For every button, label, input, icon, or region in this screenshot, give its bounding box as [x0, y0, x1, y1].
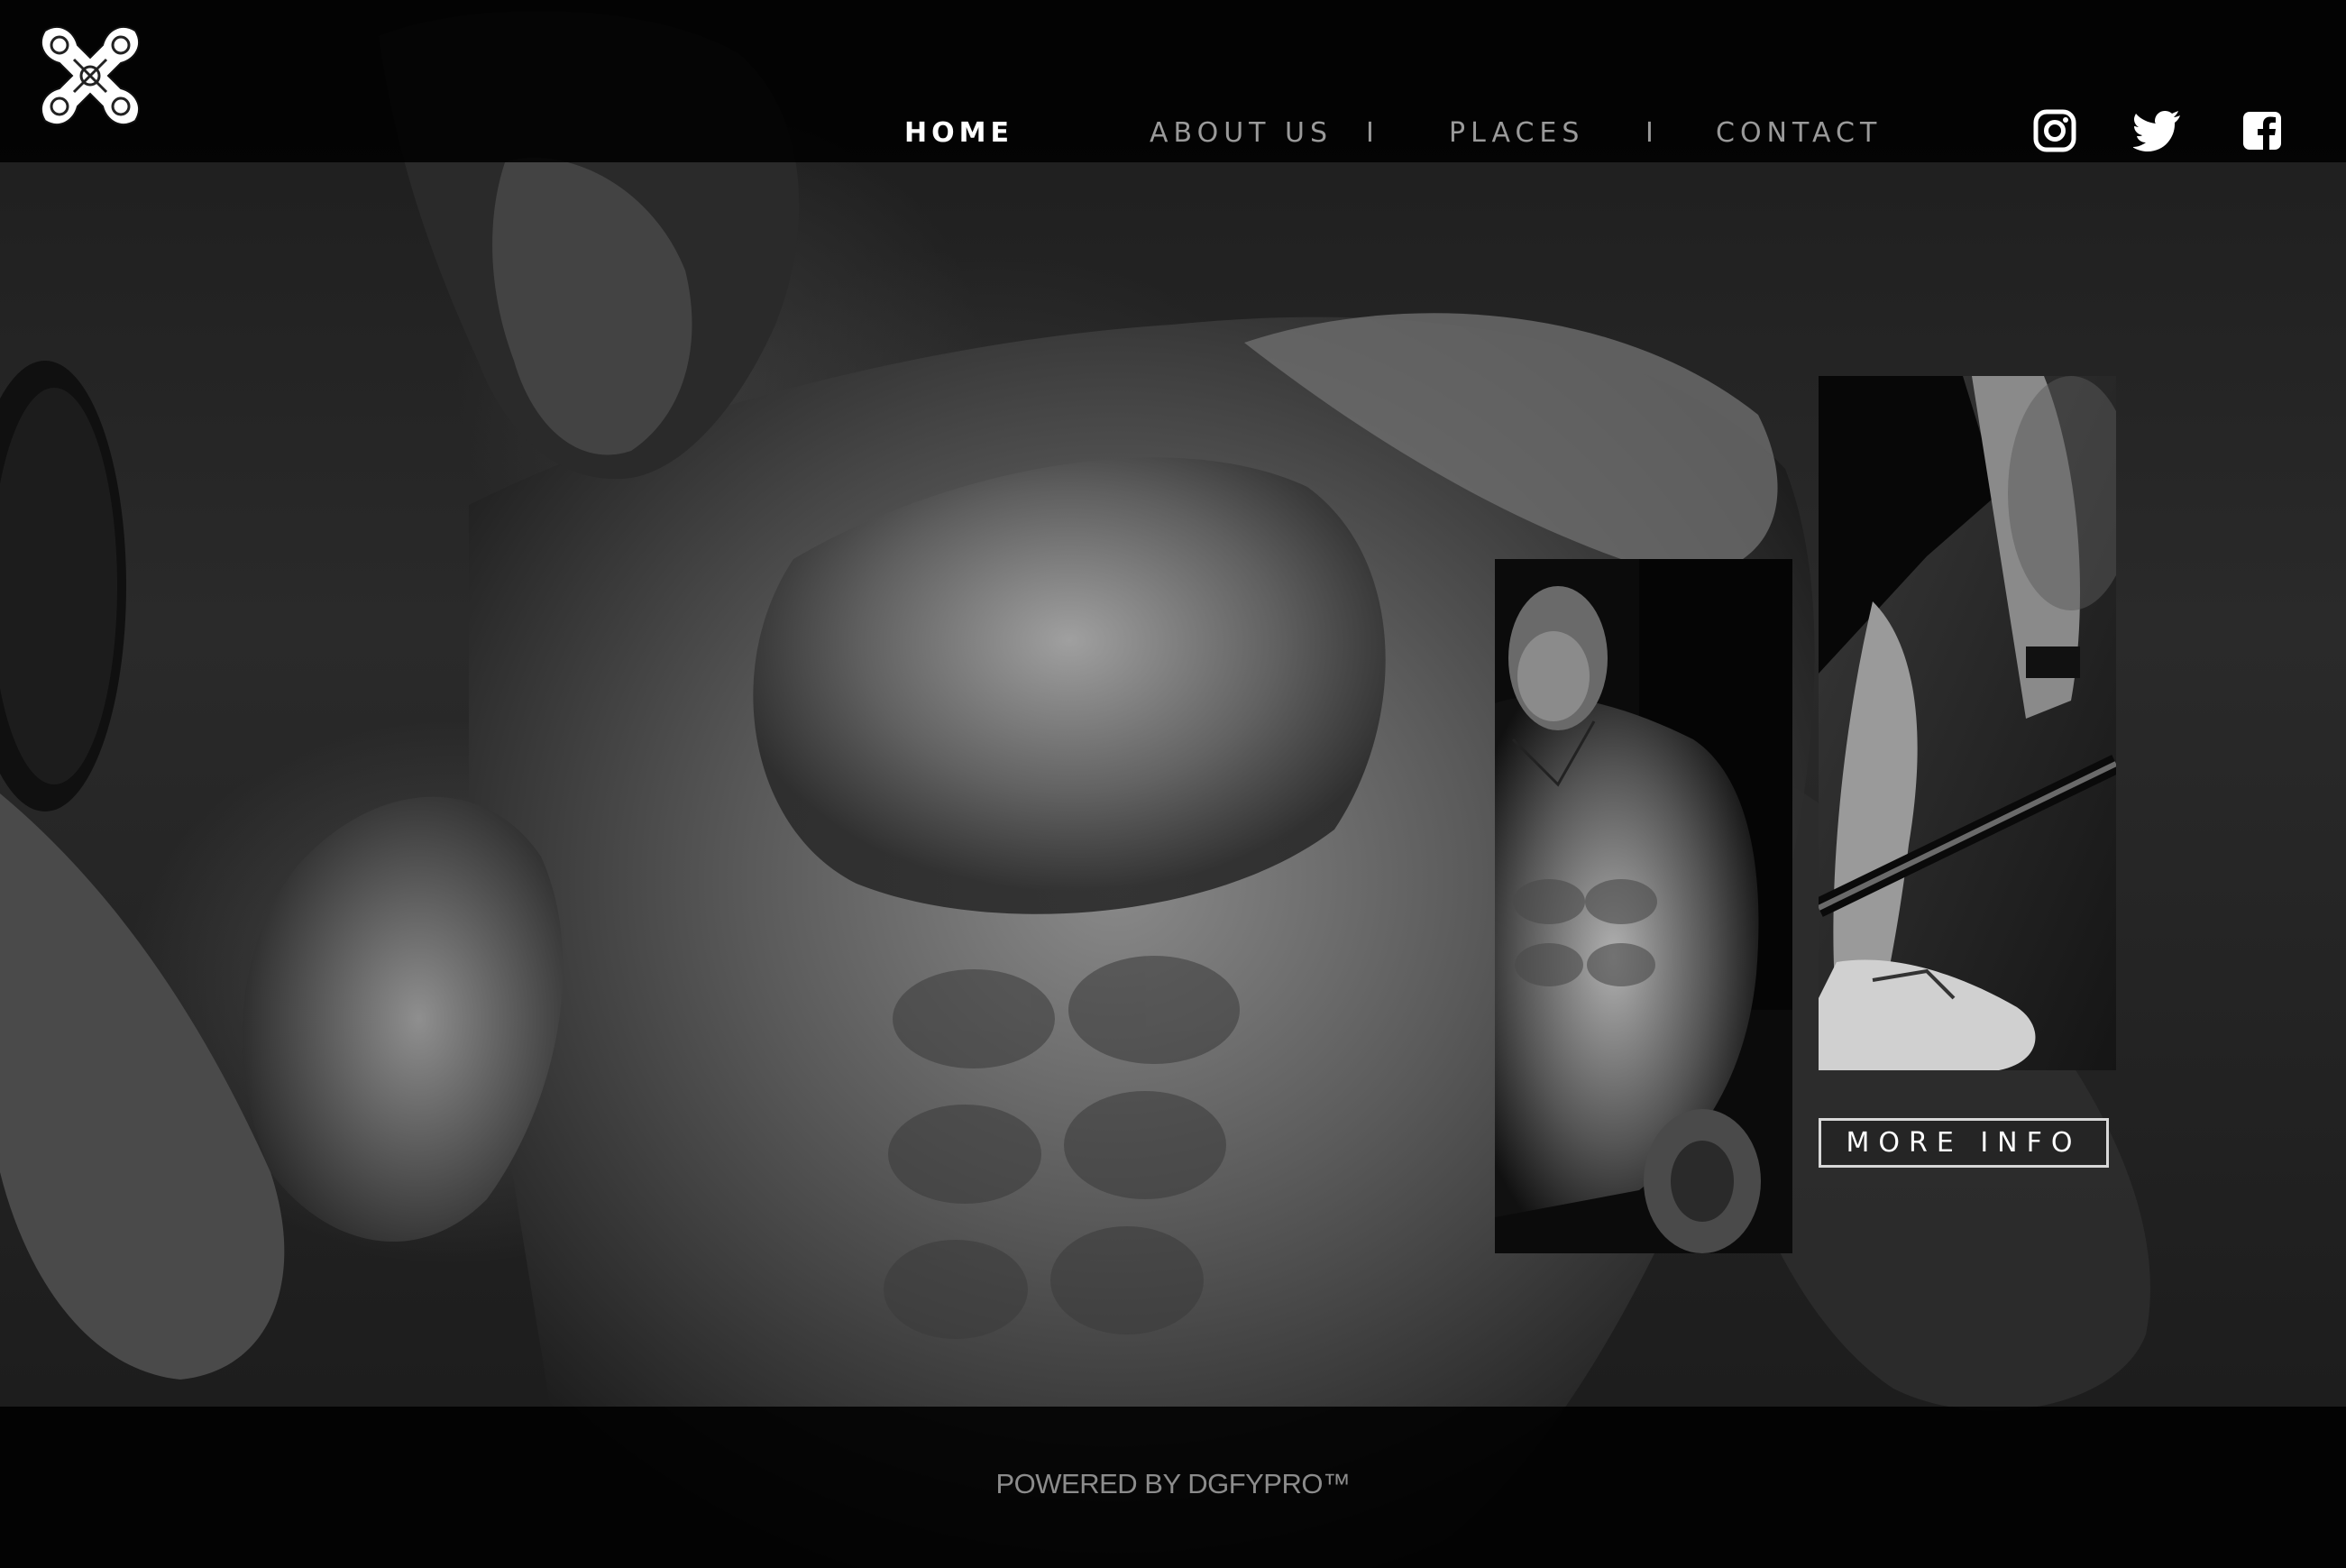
nav-separator: I	[1366, 117, 1374, 149]
photo-card-curl[interactable]	[1495, 559, 1792, 1253]
twitter-icon[interactable]	[2132, 108, 2180, 153]
instagram-icon[interactable]	[2032, 108, 2077, 153]
facebook-icon[interactable]	[2240, 108, 2285, 153]
nav-item-home[interactable]: HOME	[904, 117, 1013, 149]
nav-item-places[interactable]: PLACES	[1449, 117, 1584, 149]
nav-item-contact[interactable]: CONTACT	[1716, 117, 1882, 149]
more-info-button[interactable]: MORE INFO	[1819, 1118, 2109, 1168]
nav-item-about-us[interactable]: ABOUT US	[1150, 117, 1333, 149]
site-header: HOME ABOUT US I PLACES I CONTACT	[0, 0, 2346, 162]
photo-lift-image	[1819, 376, 2116, 1070]
photo-curl-image	[1495, 559, 1792, 1253]
nav-separator: I	[1645, 117, 1654, 149]
footer-credit: POWERED BY DGFYPRO™	[995, 1468, 1352, 1499]
main-nav: HOME ABOUT US I PLACES I CONTACT	[0, 106, 2346, 157]
site-footer: POWERED BY DGFYPRO™	[0, 1407, 2346, 1568]
photo-card-lift[interactable]	[1819, 376, 2116, 1070]
